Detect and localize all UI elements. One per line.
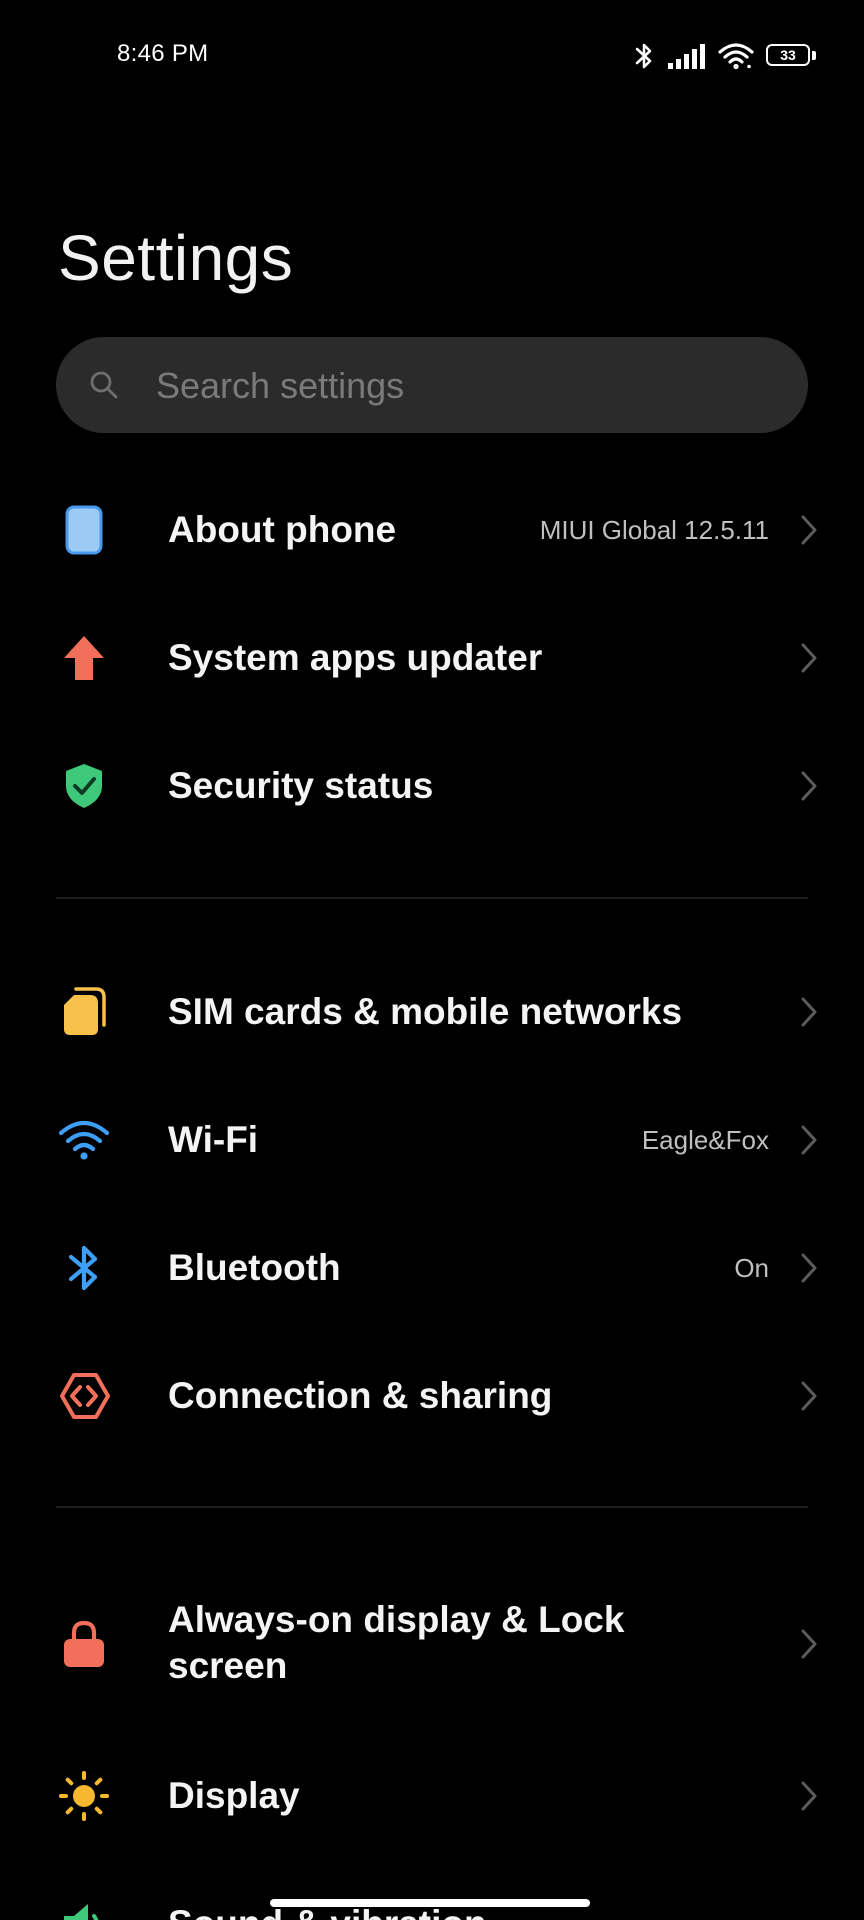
status-icons: 33 bbox=[634, 40, 818, 72]
settings-item-security-status[interactable]: Security status bbox=[0, 722, 864, 850]
battery-level: 33 bbox=[780, 47, 796, 63]
chevron-right-icon bbox=[801, 515, 817, 545]
settings-item-value: Eagle&Fox bbox=[641, 1125, 769, 1155]
settings-item-label: Bluetooth bbox=[168, 1247, 341, 1288]
settings-item-always-on-display[interactable]: Always-on display & Lock screen bbox=[0, 1556, 864, 1732]
chevron-right-icon bbox=[801, 1381, 817, 1411]
bluetooth-icon bbox=[58, 1242, 110, 1294]
settings-item-sound-vibration[interactable]: Sound & vibration bbox=[0, 1860, 864, 1920]
wifi-icon bbox=[58, 1114, 110, 1166]
bluetooth-status-icon bbox=[635, 43, 652, 69]
settings-item-label-line2: screen bbox=[168, 1645, 288, 1686]
chevron-right-icon bbox=[801, 1253, 817, 1283]
settings-item-label: System apps updater bbox=[168, 637, 543, 678]
sim-card-icon bbox=[58, 986, 110, 1038]
settings-item-sim-cards[interactable]: SIM cards & mobile networks bbox=[0, 948, 864, 1076]
battery-icon: 33 bbox=[766, 44, 818, 68]
phone-icon bbox=[58, 504, 110, 556]
settings-screen: 8:46 PM 33 Settings Search settings Abou… bbox=[0, 0, 864, 1920]
settings-item-display[interactable]: Display bbox=[0, 1732, 864, 1860]
page-title: Settings bbox=[58, 222, 294, 294]
settings-item-label: About phone bbox=[168, 509, 397, 550]
chevron-right-icon bbox=[801, 1781, 817, 1811]
settings-item-bluetooth[interactable]: Bluetooth On bbox=[0, 1204, 864, 1332]
section-divider bbox=[56, 1506, 808, 1508]
chevron-right-icon bbox=[801, 1629, 817, 1659]
settings-item-label: Always-on display & Lock bbox=[168, 1599, 625, 1640]
search-bar[interactable] bbox=[56, 337, 808, 433]
settings-item-connection-sharing[interactable]: Connection & sharing bbox=[0, 1332, 864, 1460]
chevron-right-icon bbox=[801, 1125, 817, 1155]
chevron-right-icon bbox=[801, 997, 817, 1027]
settings-item-value: MIUI Global 12.5.11 bbox=[539, 515, 769, 545]
search-input[interactable] bbox=[154, 357, 718, 415]
lock-icon bbox=[58, 1618, 110, 1670]
signal-icon bbox=[668, 44, 705, 69]
status-bar: 8:46 PM 33 bbox=[0, 0, 864, 112]
settings-item-about-phone[interactable]: About phone MIUI Global 12.5.11 bbox=[0, 466, 864, 594]
shield-check-icon bbox=[58, 760, 110, 812]
home-indicator[interactable] bbox=[270, 1899, 590, 1907]
settings-item-label: Display bbox=[168, 1775, 300, 1816]
arrow-up-icon bbox=[58, 632, 110, 684]
section-divider bbox=[56, 897, 808, 899]
settings-item-value: On bbox=[734, 1253, 769, 1283]
settings-item-label: Security status bbox=[168, 765, 434, 806]
sun-icon bbox=[58, 1770, 110, 1822]
settings-item-system-apps-updater[interactable]: System apps updater bbox=[0, 594, 864, 722]
chevron-right-icon bbox=[801, 643, 817, 673]
settings-item-label: SIM cards & mobile networks bbox=[168, 991, 683, 1032]
chevron-right-icon bbox=[801, 771, 817, 801]
status-time: 8:46 PM bbox=[117, 40, 209, 67]
speaker-icon bbox=[58, 1898, 110, 1920]
settings-item-wifi[interactable]: Wi-Fi Eagle&Fox bbox=[0, 1076, 864, 1204]
connection-sharing-icon bbox=[58, 1370, 110, 1422]
wifi-status-icon bbox=[718, 43, 754, 70]
settings-item-label: Connection & sharing bbox=[168, 1375, 553, 1416]
settings-item-label: Wi-Fi bbox=[168, 1119, 259, 1160]
search-icon bbox=[90, 371, 118, 399]
